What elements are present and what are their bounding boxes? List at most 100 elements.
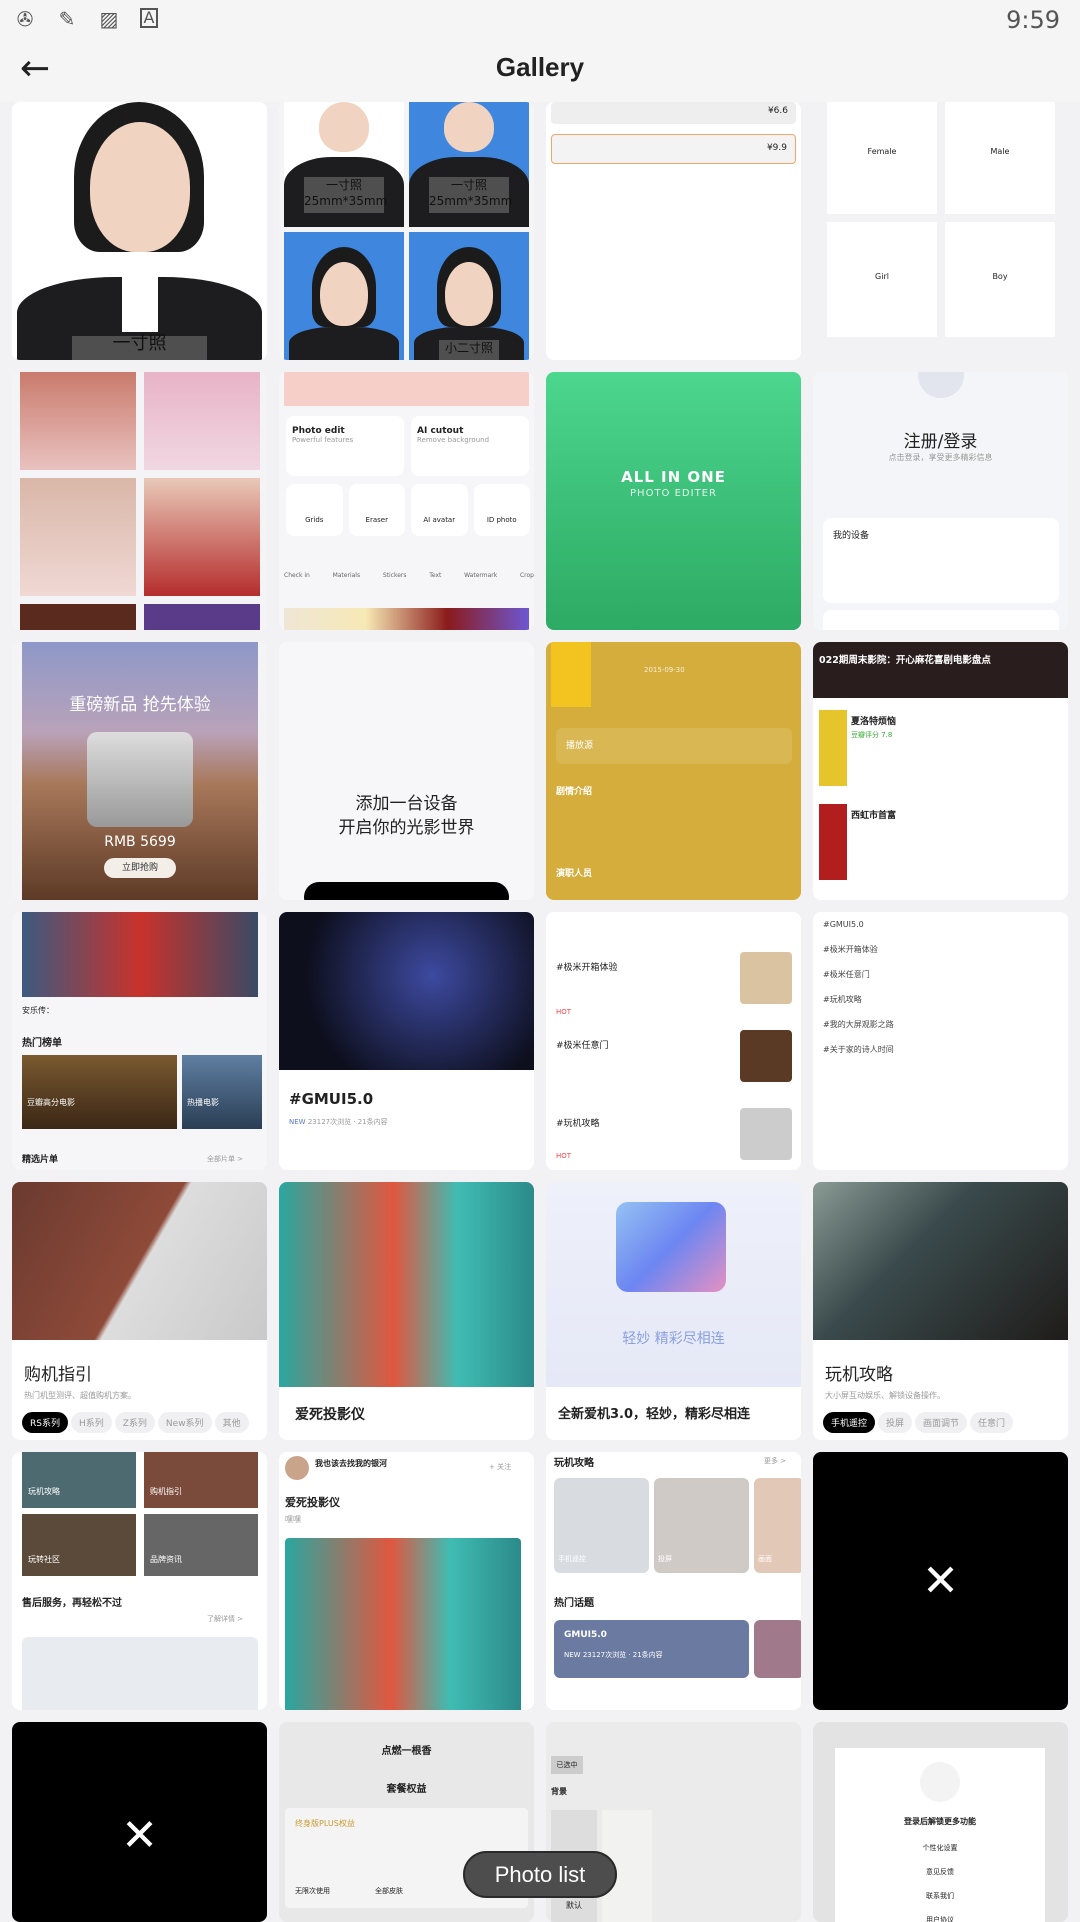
gallery-photo[interactable]: Female Male Girl Boy xyxy=(813,102,1068,360)
tiles-t3-p1: ¥6.6 xyxy=(551,102,796,124)
tiles-t16-items-2: #极米任意门 xyxy=(823,970,870,979)
gallery-photo[interactable]: 安乐传： 热门榜单 豆瓣高分电影 热播电影 精选片单 全部片单 > xyxy=(12,912,267,1170)
gallery-photo[interactable]: 注册/登录 点击登录，享受更多精彩信息 我的设备 xyxy=(813,372,1068,630)
gallery-photo[interactable]: 玩机攻略 购机指引 玩转社区 品牌资讯 售后服务，再轻松不过 了解详情 > xyxy=(12,1452,267,1710)
tiles-t26-title: 点燃一根香 xyxy=(381,1746,432,1757)
tiles-t4-items-3: Boy xyxy=(945,222,1055,337)
tiles-t6-edit: Photo edit xyxy=(292,426,345,436)
thumbnail-graphic xyxy=(20,372,136,470)
tiles-t6-small-4: Watermark xyxy=(464,572,498,579)
thumbnail-graphic xyxy=(813,1182,1068,1340)
gallery-photo[interactable]: 我也该去找我的银河 + 关注 爱死投影仪 嘿嘿 xyxy=(279,1452,534,1710)
tiles-t6-small-2: Stickers xyxy=(382,572,407,579)
thumbnail-graphic: #GMUI5.0 #极米开箱体验 #极米任意门 #玩机攻略 #我的大屏观影之路 #关于家的… xyxy=(823,912,894,1062)
tiles-t11-source[interactable]: 播放源 xyxy=(556,728,792,764)
thumbnail-graphic xyxy=(920,1762,960,1802)
gallery-photo[interactable]: 一寸照 xyxy=(12,102,267,360)
tiles-t2-a2: 25mm*35mm xyxy=(304,194,388,208)
thumbnail-graphic xyxy=(304,882,509,900)
thumbnail-graphic: GMUI5.0 NEW 23127次浏览 · 21条内容 xyxy=(554,1620,749,1678)
thumbnail-graphic xyxy=(144,604,260,630)
tiles-t20-pills-2[interactable]: 画面调节 xyxy=(915,1412,968,1433)
thumbnail-graphic xyxy=(445,262,493,326)
thumbnail-graphic xyxy=(20,478,136,596)
tiles-t17-pills-4[interactable]: 其他 xyxy=(214,1412,249,1433)
gallery-photo[interactable]: 爱死投影仪 xyxy=(279,1182,534,1440)
tiles-t20-title: 玩机攻略 xyxy=(825,1365,893,1385)
tiles-t9-title: 重磅新品 抢先体验 xyxy=(69,695,211,715)
tiles-t16-items-4: #我的大屏观影之路 xyxy=(823,1020,894,1029)
gallery-photo[interactable]: 添加一台设备 开启你的光影世界 xyxy=(279,642,534,900)
tiles-t22-follow[interactable]: + 关注 xyxy=(489,1462,511,1472)
tiles-t9-btn[interactable]: 立即抢购 xyxy=(104,858,176,878)
tiles-t1-label: 一寸照 xyxy=(72,335,207,360)
gallery-photo[interactable]: ✕ xyxy=(12,1722,267,1922)
tiles-t6-cut: AI cutout xyxy=(417,426,464,436)
gallery-photo[interactable]: 一寸照 25mm*35mm 一寸照 25mm*35mm 小二寸照 xyxy=(279,102,534,360)
tiles-t21-cells-3: 品牌资讯 xyxy=(144,1514,258,1576)
thumbnail-graphic xyxy=(284,372,529,406)
gallery-photo[interactable]: #GMUI5.0 #极米开箱体验 #极米任意门 #玩机攻略 #我的大屏观影之路 #关于家的… xyxy=(813,912,1068,1170)
tiles-t21-more[interactable]: 了解详情 > xyxy=(207,1614,243,1624)
brand-x-logo-icon: ✕ xyxy=(922,1555,959,1607)
gallery-photo[interactable]: 玩机攻略 更多 > 手机遥控 投屏 画面 热门话题 GMUI5.0 NEW 231… xyxy=(546,1452,801,1710)
tiles-t9-price: RMB 5699 xyxy=(104,834,176,850)
tiles-t13-caption: 安乐传： xyxy=(22,1006,54,1015)
tiles-t8-sub: 点击登录，享受更多精彩信息 xyxy=(888,453,993,462)
tiles-t2-b2: 25mm*35mm xyxy=(429,194,513,208)
thumbnail-graphic xyxy=(616,1202,726,1292)
tiles-t2-b: 一寸照 xyxy=(450,178,487,192)
thumbnail-graphic xyxy=(320,262,368,326)
tiles-t7-sub: PHOTO EDITER xyxy=(630,488,717,499)
image-icon: ▨ xyxy=(99,7,119,31)
thumbnail-graphic: Check in Materials Stickers Text Watermark Cr… xyxy=(284,572,534,579)
tiles-t11-cast: 演职人员 xyxy=(556,869,593,879)
gallery-photo[interactable]: 2015-09-30 播放源 剧情介绍 演职人员 xyxy=(546,642,801,900)
tiles-t23-s1: 玩机攻略 xyxy=(554,1458,594,1469)
tiles-t26-f2: 全部皮肤 xyxy=(375,1887,403,1895)
tiles-t20-pills-3[interactable]: 任意门 xyxy=(970,1412,1014,1433)
thumbnail-graphic xyxy=(289,327,399,360)
tiles-t6-small-3: Text xyxy=(429,572,442,579)
tiles-t15-items-2-t: #玩机攻略 xyxy=(556,1119,600,1129)
gallery-photo[interactable]: ✕ xyxy=(813,1452,1068,1710)
thumbnail-graphic xyxy=(144,478,260,596)
tiles-t6-small-5: Crop xyxy=(519,572,534,579)
tiles-t17-pills-2[interactable]: Z系列 xyxy=(114,1412,155,1433)
gallery-photo[interactable]: 玩机攻略 大小屏互动娱乐、解锁设备操作。 手机遥控 投屏 画面调节 任意门 xyxy=(813,1182,1068,1440)
gallery-photo[interactable]: 轻妙 精彩尽相连 全新爱机3.0，轻妙，精彩尽相连 xyxy=(546,1182,801,1440)
gallery-photo[interactable] xyxy=(12,372,267,630)
tiles-t16-items-0: #GMUI5.0 xyxy=(823,920,864,929)
gallery-photo[interactable]: 重磅新品 抢先体验 RMB 5699 立即抢购 xyxy=(12,642,267,900)
tiles-t23-badge: NEW xyxy=(564,1651,581,1659)
gallery-photo[interactable]: 022期周末影院：开心麻花喜剧电影盘点 夏洛特烦恼 豆瓣评分 7.8 西虹市首富 xyxy=(813,642,1068,900)
thumbnail-graphic xyxy=(22,912,258,997)
tiles-t22-user: 我也该去找我的银河 xyxy=(315,1459,387,1468)
tiles-t22-title: 爱死投影仪 xyxy=(285,1496,340,1509)
page-title: Gallery xyxy=(495,52,585,82)
tiles-t17-pills-0[interactable]: RS系列 xyxy=(22,1412,68,1433)
gallery-photo[interactable]: ALL IN ONE PHOTO EDITER xyxy=(546,372,801,630)
tiles-t28-items-0: 个性化设置 xyxy=(922,1844,958,1852)
tiles-t13-all[interactable]: 全部片单 > xyxy=(207,1154,243,1164)
gallery-photo[interactable]: Photo edit Powerful features AI cutout Rem… xyxy=(279,372,534,630)
tiles-t10-l2: 开启你的光影世界 xyxy=(338,818,475,838)
thumbnail-graphic: 手机遥控 投屏 画面调节 任意门 xyxy=(823,1412,1016,1433)
tiles-t17-pills-3[interactable]: New系列 xyxy=(157,1412,212,1433)
gallery-photo[interactable]: #极米开箱体验 HOT #极米任意门 #玩机攻略 HOT xyxy=(546,912,801,1170)
thumbnail-graphic xyxy=(918,372,964,398)
tiles-t6-tools-3: ID photo xyxy=(473,484,530,536)
thumbnail-graphic: 重磅新品 抢先体验 RMB 5699 立即抢购 xyxy=(22,642,258,900)
tiles-t20-pills-1[interactable]: 投屏 xyxy=(878,1412,913,1433)
photo-list-button[interactable]: Photo list xyxy=(463,1851,617,1898)
tiles-t20-pills-0[interactable]: 手机遥控 xyxy=(823,1412,876,1433)
tiles-t21-cells-1: 购机指引 xyxy=(144,1452,258,1508)
tiles-t8-title: 注册/登录 xyxy=(903,432,978,452)
gallery-photo[interactable]: 购机指引 热门机型测评、超值购机方案。 RS系列 H系列 Z系列 New系列 其他 xyxy=(12,1182,267,1440)
thumbnail-graphic xyxy=(285,1538,521,1710)
gallery-photo[interactable]: 登录后解锁更多功能 个性化设置 意见反馈 联系我们 用户协议 xyxy=(813,1722,1068,1922)
tiles-t17-pills-1[interactable]: H系列 xyxy=(70,1412,112,1433)
tiles-t6-tools-0: Grids xyxy=(286,484,343,536)
gallery-photo[interactable]: ¥6.6 ¥9.9 xyxy=(546,102,801,360)
gallery-photo[interactable]: #GMUI5.0 NEW 23127次浏览 · 21条内容 xyxy=(279,912,534,1170)
